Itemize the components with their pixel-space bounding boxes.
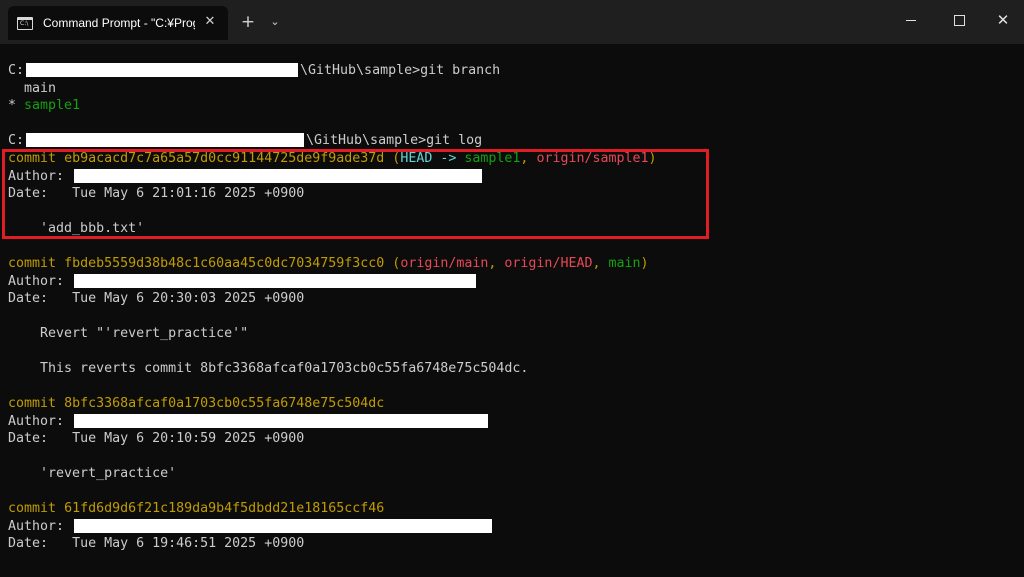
prompt-path: \GitHub\sample> <box>306 133 427 148</box>
commit-message: Revert "'revert_practice'" <box>8 325 248 343</box>
title-bar: C:\ Command Prompt - "C:¥Progr ✕ + ⌄ ✕ <box>0 0 1024 44</box>
cmd-icon: C:\ <box>17 16 33 30</box>
commit-date: Tue May 6 20:10:59 2025 +0900 <box>72 431 305 446</box>
prompt-drive: C: <box>8 63 25 78</box>
author-line: Author: <box>8 518 494 536</box>
refs-close: ) <box>640 256 649 271</box>
commit-date: Tue May 6 19:46:51 2025 +0900 <box>72 536 305 551</box>
minimize-button[interactable] <box>888 0 934 40</box>
commit-hash: 8bfc3368afcaf0a1703cb0c55fa6748e75c504dc <box>64 396 385 411</box>
minimize-icon <box>906 19 916 21</box>
author-label: Author: <box>8 519 65 534</box>
branch-marker <box>8 81 16 96</box>
redacted-author <box>74 274 477 288</box>
commit-label: commit <box>8 256 57 271</box>
chevron-down-icon[interactable]: ⌄ <box>266 11 284 33</box>
branch-ref: main <box>608 256 641 271</box>
tab-close-icon[interactable]: ✕ <box>202 14 218 30</box>
commit-label: commit <box>8 396 57 411</box>
date-line: Date: Tue May 6 19:46:51 2025 +0900 <box>8 535 304 553</box>
ref-separator: , <box>592 256 601 271</box>
new-tab-button[interactable]: + <box>238 11 258 33</box>
prompt-line: C: \GitHub\sample>git branch <box>8 62 500 80</box>
date-label: Date: <box>8 291 49 306</box>
redacted-path <box>26 63 299 77</box>
branch-marker: * <box>8 98 17 113</box>
commit-hash: fbdeb5559d38b48c1c60aa45c0dc7034759f3cc0 <box>64 256 385 271</box>
commit-message-text: This reverts commit 8bfc3368afcaf0a1703c… <box>40 361 529 376</box>
branch-line: main <box>8 80 56 98</box>
commit-message: 'revert_practice' <box>8 465 176 483</box>
branch-line-current: * sample1 <box>8 97 80 115</box>
branch-name: main <box>24 81 57 96</box>
terminal-output[interactable]: C: \GitHub\sample>git branch main * sampl… <box>0 44 1024 577</box>
author-line: Author: <box>8 413 490 431</box>
commit-line: commit 61fd6d9d6f21c189da9b4f5dbdd21e181… <box>8 500 384 518</box>
date-label: Date: <box>8 431 49 446</box>
terminal-window: C:\ Command Prompt - "C:¥Progr ✕ + ⌄ ✕ C… <box>0 0 1024 577</box>
tab-title: Command Prompt - "C:¥Progr <box>43 16 195 30</box>
prompt-command: git branch <box>420 63 501 78</box>
remote-head-ref: origin/HEAD <box>504 256 593 271</box>
commit-message: This reverts commit 8bfc3368afcaf0a1703c… <box>8 360 528 378</box>
author-label: Author: <box>8 274 65 289</box>
maximize-icon <box>953 14 965 26</box>
redacted-author <box>74 414 489 428</box>
prompt-drive: C: <box>8 133 25 148</box>
author-label: Author: <box>8 414 65 429</box>
author-line: Author: <box>8 273 478 291</box>
branch-name-current: sample1 <box>24 98 81 113</box>
prompt-path: \GitHub\sample> <box>300 63 421 78</box>
date-label: Date: <box>8 536 49 551</box>
prompt-line: C: \GitHub\sample>git log <box>8 132 482 150</box>
commit-message-text: Revert "'revert_practice'" <box>40 326 249 341</box>
highlight-box <box>2 149 709 239</box>
commit-date: Tue May 6 20:30:03 2025 +0900 <box>72 291 305 306</box>
date-line: Date: Tue May 6 20:30:03 2025 +0900 <box>8 290 304 308</box>
close-window-button[interactable]: ✕ <box>980 0 1024 40</box>
redacted-path <box>26 133 305 147</box>
date-line: Date: Tue May 6 20:10:59 2025 +0900 <box>8 430 304 448</box>
commit-line: commit 8bfc3368afcaf0a1703cb0c55fa6748e7… <box>8 395 384 413</box>
remote-ref: origin/main <box>400 256 489 271</box>
ref-separator: , <box>488 256 497 271</box>
commit-line: commit fbdeb5559d38b48c1c60aa45c0dc70347… <box>8 255 649 273</box>
maximize-button[interactable] <box>936 0 982 40</box>
close-icon: ✕ <box>996 10 1010 29</box>
commit-message-text: 'revert_practice' <box>40 466 177 481</box>
tab-command-prompt[interactable]: C:\ Command Prompt - "C:¥Progr ✕ <box>8 6 228 40</box>
prompt-command: git log <box>426 133 483 148</box>
commit-label: commit <box>8 501 57 516</box>
commit-hash: 61fd6d9d6f21c189da9b4f5dbdd21e18165ccf46 <box>64 501 385 516</box>
redacted-author <box>74 519 493 533</box>
